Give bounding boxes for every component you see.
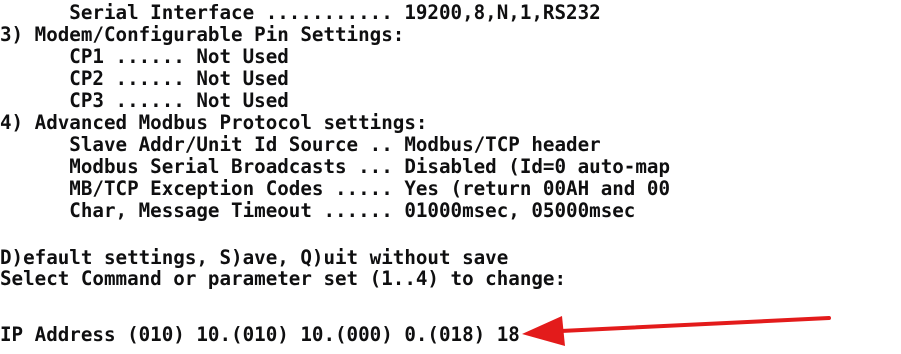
terminal-line-section-4-heading: 4) Advanced Modbus Protocol settings: xyxy=(0,111,428,134)
terminal-line-section-3-heading: 3) Modem/Configurable Pin Settings: xyxy=(0,23,405,46)
terminal-line-ip-address-input[interactable]: IP Address (010) 10.(010) 10.(000) 0.(01… xyxy=(0,324,520,346)
terminal-line-timeout: Char, Message Timeout ...... 01000msec, … xyxy=(0,199,636,222)
terminal-line-cp1: CP1 ...... Not Used xyxy=(0,45,289,68)
terminal-window: Serial Interface ........... 19200,8,N,1… xyxy=(0,0,901,354)
terminal-line-cp2: CP2 ...... Not Used xyxy=(0,67,289,90)
terminal-line-serial-interface: Serial Interface ........... 19200,8,N,1… xyxy=(0,1,601,24)
terminal-line-slave-addr: Slave Addr/Unit Id Source .. Modbus/TCP … xyxy=(0,133,601,156)
terminal-line-cp3: CP3 ...... Not Used xyxy=(0,89,289,112)
terminal-line-serial-broadcasts: Modbus Serial Broadcasts ... Disabled (I… xyxy=(0,155,671,178)
terminal-line-select-prompt: Select Command or parameter set (1..4) t… xyxy=(0,267,567,290)
terminal-line-exception-codes: MB/TCP Exception Codes ..... Yes (return… xyxy=(0,177,671,200)
terminal-line-menu-options: D)efault settings, S)ave, Q)uit without … xyxy=(0,246,509,269)
